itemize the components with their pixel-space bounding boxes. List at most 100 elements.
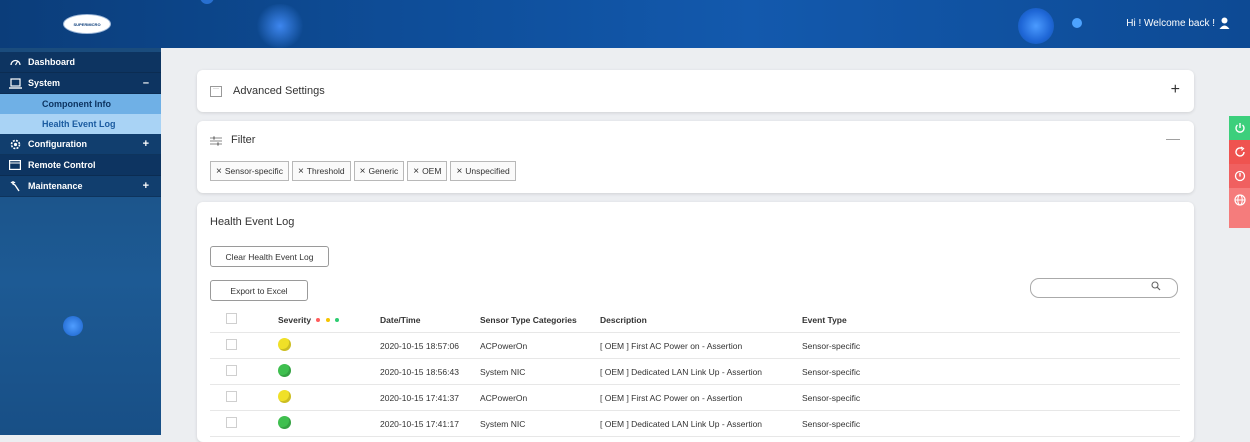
column-header-sensor-type[interactable]: Sensor Type Categories <box>480 307 600 333</box>
dashboard-icon <box>8 57 22 68</box>
cell-description: [ OEM ] First AC Power on - Assertion <box>600 332 802 359</box>
supermicro-logo: SUPERMICRO <box>63 14 111 34</box>
decorative-orb <box>1072 18 1082 28</box>
column-header-description[interactable]: Description <box>600 307 802 333</box>
severity-icon <box>278 390 291 403</box>
filter-tag-label: Unspecified <box>465 166 510 176</box>
user-icon <box>1219 17 1230 29</box>
filter-tags: × Sensor-specific × Threshold × Generic × OE… <box>210 161 519 181</box>
export-to-excel-button[interactable]: Export to Excel <box>210 280 308 301</box>
cell-event-type: Sensor-specific <box>802 410 1180 437</box>
sidebar-subitem-component-info[interactable]: Component Info <box>0 94 161 114</box>
filter-card: Filter — × Sensor-specific × Threshold × Ge… <box>197 121 1194 193</box>
welcome-text: Hi ! Welcome back ! <box>1126 17 1215 29</box>
select-all-checkbox[interactable] <box>226 313 237 324</box>
search-icon <box>1151 281 1161 294</box>
reset-icon <box>1234 146 1245 157</box>
cell-datetime: 2020-10-15 18:57:06 <box>380 332 480 359</box>
row-checkbox[interactable] <box>226 417 237 428</box>
filter-tag-threshold[interactable]: × Threshold <box>291 161 351 181</box>
reset-button[interactable] <box>1229 140 1250 164</box>
cell-sensor: System NIC <box>480 358 600 385</box>
advanced-settings-card[interactable]: ··· Advanced Settings + <box>197 70 1194 112</box>
clear-health-event-log-button[interactable]: Clear Health Event Log <box>210 246 329 267</box>
row-checkbox[interactable] <box>226 391 237 402</box>
sidebar-item-label: Remote Control <box>28 160 96 170</box>
severity-dot-green <box>335 318 340 323</box>
filter-icon <box>210 136 222 149</box>
sidebar-item-dashboard[interactable]: Dashboard <box>0 52 161 73</box>
table-row[interactable]: 2020-10-15 17:41:17 System NIC [ OEM ] D… <box>210 410 1180 437</box>
advanced-settings-title: Advanced Settings <box>233 85 325 97</box>
expand-button[interactable]: + <box>1171 81 1180 99</box>
cell-sensor: System NIC <box>480 410 600 437</box>
filter-tag-unspecified[interactable]: × Unspecified <box>450 161 516 181</box>
decorative-orb <box>63 316 83 336</box>
decorative-orb <box>255 4 305 48</box>
more-icon: ··· <box>210 86 222 97</box>
expand-toggle[interactable]: + <box>143 138 149 150</box>
sidebar: Dashboard System – Component Info Health… <box>0 48 161 435</box>
cell-description: [ OEM ] Dedicated LAN Link Up - Assertio… <box>600 358 802 385</box>
remove-tag-icon[interactable]: × <box>298 166 304 177</box>
event-log-table: Severity Date/Time Sensor Type Categorie… <box>210 307 1180 437</box>
remove-tag-icon[interactable]: × <box>216 166 222 177</box>
power-off-button[interactable] <box>1229 164 1250 188</box>
filter-tag-label: Threshold <box>306 166 345 176</box>
cell-description: [ OEM ] Dedicated LAN Link Up - Assertio… <box>600 410 802 437</box>
health-event-log-title: Health Event Log <box>210 216 295 228</box>
gear-icon <box>8 139 22 150</box>
collapse-button[interactable]: — <box>1166 130 1180 146</box>
remove-tag-icon[interactable]: × <box>456 166 462 177</box>
filter-title: Filter <box>231 134 256 146</box>
cell-event-type: Sensor-specific <box>802 358 1180 385</box>
laptop-icon <box>8 77 22 89</box>
severity-dot-red <box>316 318 321 323</box>
top-bar: SUPERMICRO Hi ! Welcome back ! <box>0 0 1250 48</box>
cell-datetime: 2020-10-15 17:41:17 <box>380 410 480 437</box>
remove-tag-icon[interactable]: × <box>413 166 419 177</box>
severity-dot-yellow <box>325 318 330 323</box>
severity-icon <box>278 364 291 377</box>
welcome-menu[interactable]: Hi ! Welcome back ! <box>1126 17 1230 29</box>
sidebar-item-maintenance[interactable]: Maintenance + <box>0 176 161 197</box>
severity-icon <box>278 338 291 351</box>
column-header-datetime[interactable]: Date/Time <box>380 307 480 333</box>
column-header-severity[interactable]: Severity <box>278 307 380 333</box>
filter-tag-label: Generic <box>368 166 399 176</box>
expand-toggle[interactable]: + <box>143 180 149 192</box>
severity-icon <box>278 416 291 429</box>
filter-tag-oem[interactable]: × OEM <box>407 161 448 181</box>
sidebar-item-label: Maintenance <box>28 181 83 191</box>
cell-sensor: ACPowerOn <box>480 384 600 411</box>
remove-tag-icon[interactable]: × <box>360 166 366 177</box>
power-on-icon <box>1234 123 1245 133</box>
table-row[interactable]: 2020-10-15 18:56:43 System NIC [ OEM ] D… <box>210 358 1180 385</box>
sidebar-subitem-health-event-log[interactable]: Health Event Log <box>0 114 161 134</box>
decorative-orb <box>1018 8 1054 44</box>
filter-tag-label: OEM <box>422 166 442 176</box>
power-off-icon <box>1234 170 1245 182</box>
sidebar-item-configuration[interactable]: Configuration + <box>0 134 161 155</box>
table-row[interactable]: 2020-10-15 17:41:37 ACPowerOn [ OEM ] Fi… <box>210 384 1180 411</box>
web-button[interactable] <box>1229 188 1250 228</box>
filter-tag-sensor-specific[interactable]: × Sensor-specific <box>210 161 289 181</box>
filter-tag-generic[interactable]: × Generic <box>353 161 405 181</box>
remote-window-icon <box>8 160 22 170</box>
power-on-button[interactable] <box>1229 116 1250 140</box>
row-checkbox[interactable] <box>226 339 237 350</box>
collapse-toggle[interactable]: – <box>143 77 149 89</box>
column-label: Severity <box>278 314 312 325</box>
sidebar-item-system[interactable]: System – <box>0 73 161 94</box>
sidebar-item-remote-control[interactable]: Remote Control <box>0 155 161 176</box>
row-checkbox[interactable] <box>226 365 237 376</box>
table-row[interactable]: 2020-10-15 18:57:06 ACPowerOn [ OEM ] Fi… <box>210 332 1180 359</box>
globe-icon <box>1233 194 1246 206</box>
cell-event-type: Sensor-specific <box>802 384 1180 411</box>
table-header-row: Severity Date/Time Sensor Type Categorie… <box>210 307 1180 333</box>
cell-datetime: 2020-10-15 18:56:43 <box>380 358 480 385</box>
cell-description: [ OEM ] First AC Power on - Assertion <box>600 384 802 411</box>
filter-tag-label: Sensor-specific <box>224 166 283 176</box>
cell-event-type: Sensor-specific <box>802 332 1180 359</box>
column-header-event-type[interactable]: Event Type <box>802 307 1180 333</box>
